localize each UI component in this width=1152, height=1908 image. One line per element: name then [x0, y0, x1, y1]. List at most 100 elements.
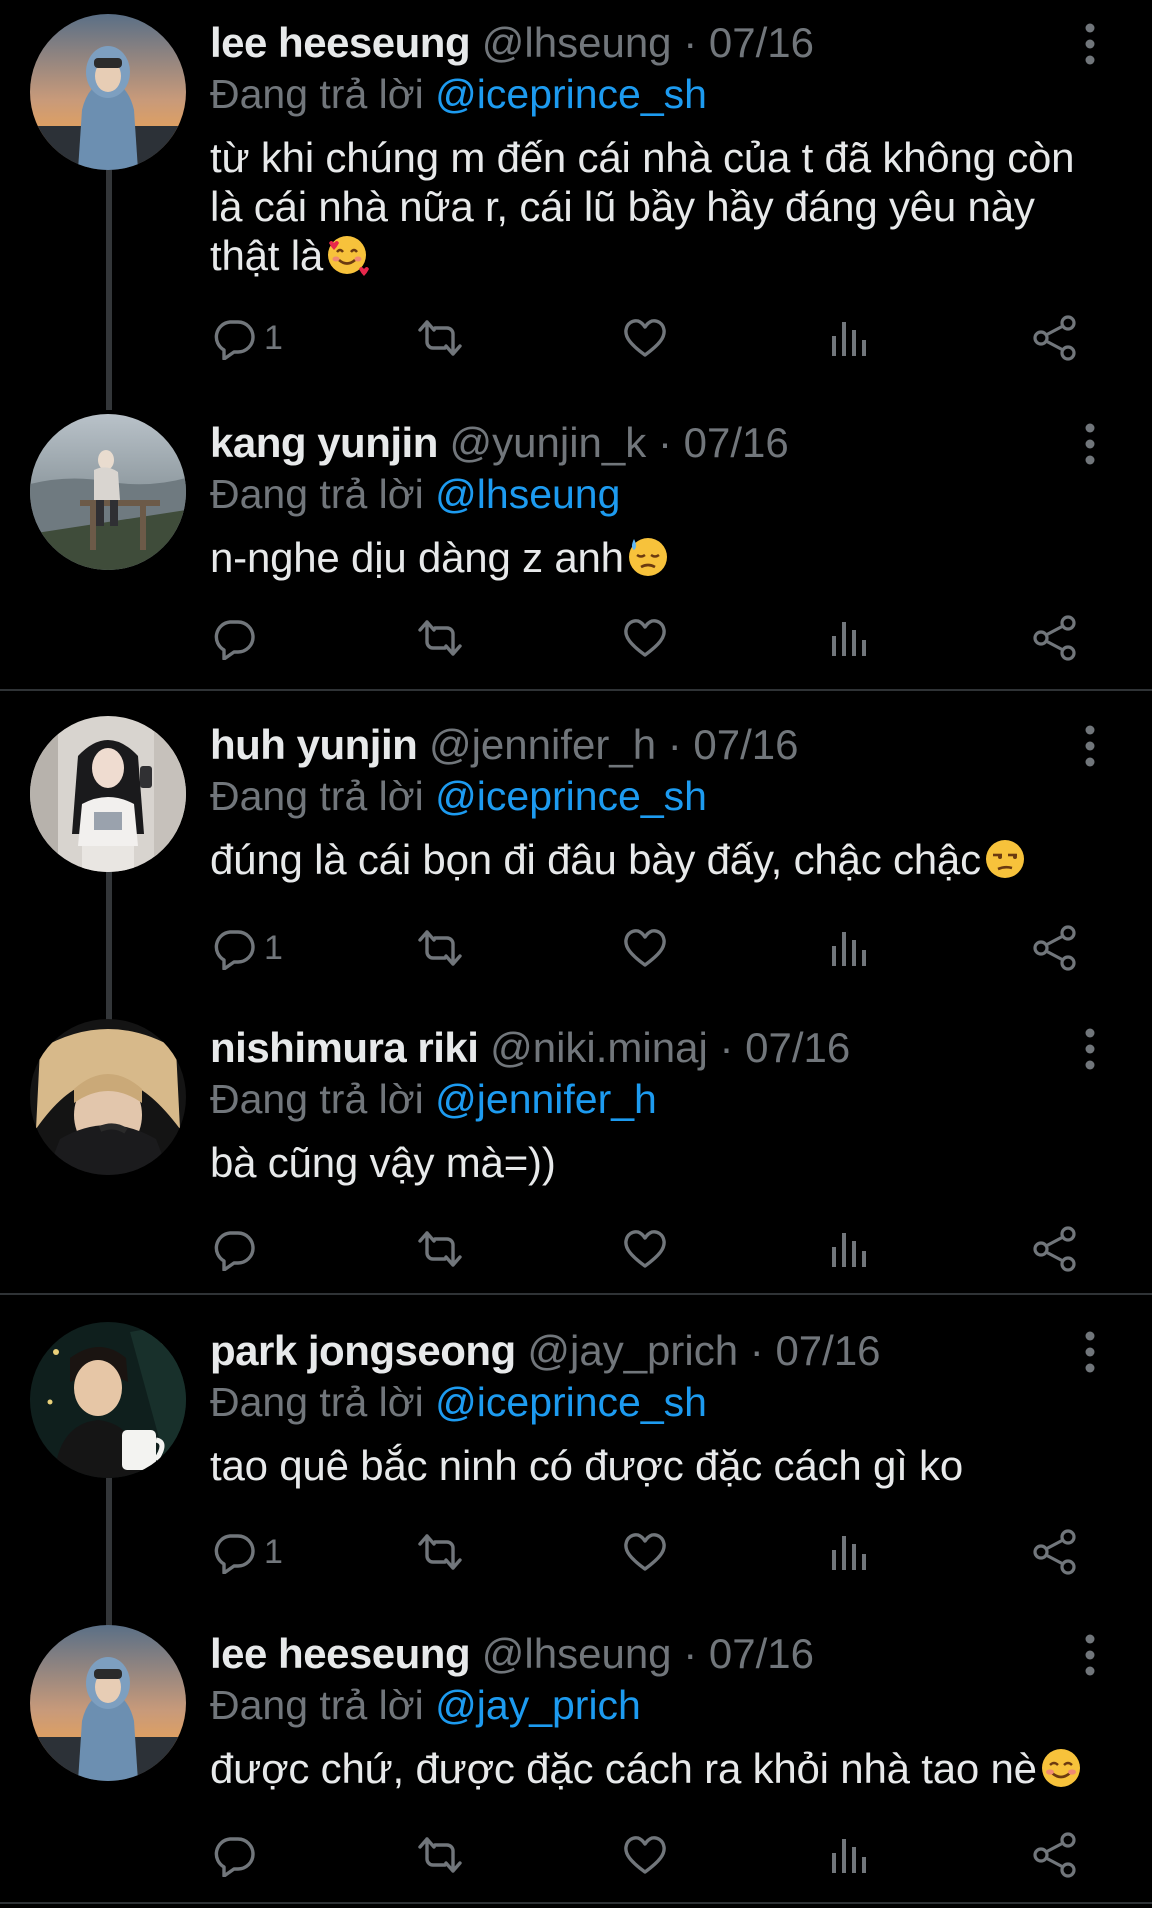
- avatar[interactable]: [30, 1322, 186, 1478]
- avatar[interactable]: [30, 716, 186, 872]
- reply-button[interactable]: 1: [212, 918, 283, 978]
- user-handle[interactable]: @yunjin_k: [450, 419, 647, 466]
- share-button[interactable]: [1031, 918, 1079, 978]
- tweet-date[interactable]: 07/16: [693, 721, 798, 768]
- display-name[interactable]: lee heeseung: [210, 19, 471, 66]
- views-button[interactable]: [828, 918, 872, 978]
- tweet-date[interactable]: 07/16: [709, 1630, 814, 1677]
- heart-icon: [624, 619, 666, 657]
- mention-link[interactable]: @jay_prich: [435, 1682, 641, 1728]
- reply-count: 1: [264, 1532, 283, 1571]
- display-name[interactable]: lee heeseung: [210, 1630, 471, 1677]
- user-handle[interactable]: @niki.minaj: [490, 1024, 708, 1071]
- avatar[interactable]: [30, 14, 186, 170]
- more-vertical-icon[interactable]: [1076, 724, 1104, 768]
- tweet-date[interactable]: 07/16: [684, 419, 789, 466]
- tweet[interactable]: huh yunjin @jennifer_h · 07/16 Đang trả …: [0, 702, 1152, 1022]
- unamused-face-icon: [983, 837, 1027, 881]
- tweet-header: huh yunjin @jennifer_h · 07/16: [210, 720, 799, 770]
- tweet-text: đúng là cái bọn đi đâu bày đấy, chậc chậ…: [210, 835, 1110, 884]
- views-button[interactable]: [828, 308, 872, 368]
- more-vertical-icon[interactable]: [1076, 422, 1104, 466]
- tweet[interactable]: lee heeseung @lhseung · 07/16 Đang trả l…: [0, 1611, 1152, 1901]
- retweet-button[interactable]: [414, 1219, 466, 1279]
- avatar[interactable]: [30, 1625, 186, 1781]
- retweet-icon: [418, 320, 462, 356]
- tweet-text: n-nghe dịu dàng z anh: [210, 533, 1110, 582]
- mention-link[interactable]: @iceprince_sh: [435, 773, 707, 819]
- separator-dot: ·: [683, 19, 698, 66]
- avatar[interactable]: [30, 414, 186, 570]
- views-button[interactable]: [828, 1825, 872, 1885]
- share-button[interactable]: [1031, 1522, 1079, 1582]
- replying-to-label: Đang trả lời: [210, 71, 424, 117]
- like-button[interactable]: [622, 1825, 668, 1885]
- avatar[interactable]: [30, 1019, 186, 1175]
- share-button[interactable]: [1031, 608, 1079, 668]
- user-handle[interactable]: @jay_prich: [527, 1327, 738, 1374]
- views-bar-chart-icon: [832, 1536, 866, 1570]
- tweet-header: lee heeseung @lhseung · 07/16: [210, 1629, 814, 1679]
- retweet-button[interactable]: [414, 308, 466, 368]
- like-button[interactable]: [622, 308, 668, 368]
- tweet-header: kang yunjin @yunjin_k · 07/16: [210, 418, 789, 468]
- user-handle[interactable]: @lhseung: [482, 1630, 672, 1677]
- more-vertical-icon[interactable]: [1076, 1330, 1104, 1374]
- like-button[interactable]: [622, 608, 668, 668]
- heart-icon: [624, 1836, 666, 1874]
- more-vertical-icon[interactable]: [1076, 22, 1104, 66]
- tweet-text: được chứ, được đặc cách ra khỏi nhà tao …: [210, 1744, 1110, 1793]
- user-handle[interactable]: @lhseung: [482, 19, 672, 66]
- views-button[interactable]: [828, 1522, 872, 1582]
- reply-button[interactable]: 1: [212, 308, 283, 368]
- display-name[interactable]: huh yunjin: [210, 721, 418, 768]
- reply-feed: lee heeseung @lhseung · 07/16 Đang trả l…: [0, 0, 1152, 1908]
- user-handle[interactable]: @jennifer_h: [429, 721, 656, 768]
- reply-bubble-icon: [214, 620, 255, 660]
- replying-to: Đang trả lời @lhseung: [210, 469, 620, 519]
- reply-button[interactable]: [212, 608, 264, 668]
- reply-count: 1: [264, 318, 283, 357]
- like-button[interactable]: [622, 918, 668, 978]
- downcast-face-with-sweat-icon: [626, 535, 670, 579]
- reply-button[interactable]: 1: [212, 1522, 283, 1582]
- more-vertical-icon[interactable]: [1076, 1027, 1104, 1071]
- views-button[interactable]: [828, 608, 872, 668]
- tweet[interactable]: kang yunjin @yunjin_k · 07/16 Đang trả l…: [0, 400, 1152, 690]
- more-vertical-icon[interactable]: [1076, 1633, 1104, 1677]
- retweet-button[interactable]: [414, 918, 466, 978]
- share-button[interactable]: [1031, 1219, 1079, 1279]
- like-button[interactable]: [622, 1219, 668, 1279]
- mention-link[interactable]: @jennifer_h: [435, 1076, 657, 1122]
- tweet-header: nishimura riki @niki.minaj · 07/16: [210, 1023, 850, 1073]
- mention-link[interactable]: @iceprince_sh: [435, 1379, 707, 1425]
- tweet-date[interactable]: 07/16: [775, 1327, 880, 1374]
- views-bar-chart-icon: [832, 1839, 866, 1873]
- separator-dot: ·: [749, 1327, 764, 1374]
- tweet[interactable]: park jongseong @jay_prich · 07/16 Đang t…: [0, 1308, 1152, 1628]
- like-button[interactable]: [622, 1522, 668, 1582]
- tweet[interactable]: lee heeseung @lhseung · 07/16 Đang trả l…: [0, 0, 1152, 410]
- tweet[interactable]: nishimura riki @niki.minaj · 07/16 Đang …: [0, 1005, 1152, 1295]
- retweet-button[interactable]: [414, 608, 466, 668]
- display-name[interactable]: park jongseong: [210, 1327, 516, 1374]
- reply-button[interactable]: [212, 1219, 264, 1279]
- separator-dot: ·: [657, 419, 672, 466]
- display-name[interactable]: nishimura riki: [210, 1024, 479, 1071]
- display-name[interactable]: kang yunjin: [210, 419, 438, 466]
- heart-icon: [624, 1230, 666, 1268]
- retweet-button[interactable]: [414, 1522, 466, 1582]
- share-button[interactable]: [1031, 308, 1079, 368]
- retweet-button[interactable]: [414, 1825, 466, 1885]
- views-button[interactable]: [828, 1219, 872, 1279]
- share-button[interactable]: [1031, 1825, 1079, 1885]
- mention-link[interactable]: @lhseung: [435, 471, 620, 517]
- share-icon: [1033, 1529, 1076, 1575]
- reply-button[interactable]: [212, 1825, 264, 1885]
- mention-link[interactable]: @iceprince_sh: [435, 71, 707, 117]
- tweet-date[interactable]: 07/16: [709, 19, 814, 66]
- reply-count: 1: [264, 928, 283, 967]
- tweet-text-content: n-nghe dịu dàng z anh: [210, 534, 624, 581]
- tweet-date[interactable]: 07/16: [745, 1024, 850, 1071]
- smiling-face-with-hearts-icon: [325, 233, 370, 277]
